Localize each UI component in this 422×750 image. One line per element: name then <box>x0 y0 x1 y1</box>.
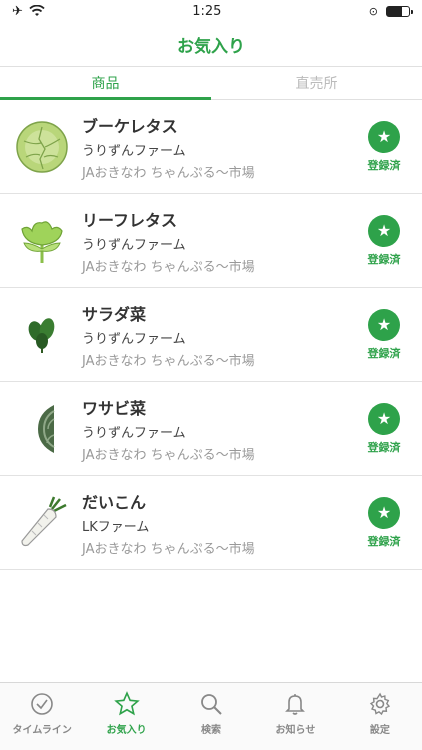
list-item[interactable]: だいこん LKファーム JAおきなわ ちゃんぷる〜市場 ★ 登録済 <box>0 476 422 570</box>
farm-name: うりずんファーム <box>82 237 186 253</box>
check-circle-icon <box>29 691 55 717</box>
tab-label: お知らせ <box>275 725 316 736</box>
status-time: 1:25 <box>192 3 222 19</box>
gear-icon <box>367 691 393 717</box>
battery-icon <box>385 5 413 17</box>
tab-favorites[interactable]: お気入り <box>84 683 168 750</box>
tab-stores[interactable]: 直売所 <box>211 67 422 99</box>
product-name: サラダ菜 <box>82 304 147 324</box>
list-item[interactable]: サラダ菜 うりずんファーム JAおきなわ ちゃんぷる〜市場 ★ 登録済 <box>0 288 422 382</box>
daikon-icon <box>12 493 72 553</box>
market-name: JAおきなわ ちゃんぷる〜市場 <box>82 165 255 181</box>
favorite-label: 登録済 <box>367 252 401 266</box>
star-icon: ★ <box>368 308 400 341</box>
status-left: ✈ <box>12 4 45 19</box>
farm-name: LKファーム <box>82 519 150 535</box>
star-icon: ★ <box>368 402 400 435</box>
market-name: JAおきなわ ちゃんぷる〜市場 <box>82 259 255 275</box>
tab-search[interactable]: 検索 <box>169 683 253 750</box>
favorite-label: 登録済 <box>367 440 401 454</box>
nav-bar: お気入り <box>0 22 422 66</box>
farm-name: うりずんファーム <box>82 331 186 347</box>
page-title: お気入り <box>177 36 245 57</box>
tab-label: タイムライン <box>12 725 72 736</box>
search-icon <box>198 691 224 717</box>
star-icon: ★ <box>368 120 400 153</box>
favorite-label: 登録済 <box>367 534 401 548</box>
tab-bar: タイムライン お気入り 検索 お知らせ 設定 <box>0 682 422 750</box>
farm-name: うりずんファーム <box>82 143 186 159</box>
tab-timeline[interactable]: タイムライン <box>0 683 84 750</box>
product-name: だいこん <box>82 492 147 512</box>
market-name: JAおきなわ ちゃんぷる〜市場 <box>82 541 255 557</box>
farm-name: うりずんファーム <box>82 425 186 441</box>
favorite-button[interactable]: ★ 登録済 <box>354 402 414 455</box>
market-name: JAおきなわ ちゃんぷる〜市場 <box>82 353 255 369</box>
tab-notifications[interactable]: お知らせ <box>253 683 337 750</box>
orientation-lock-icon: ⊙ <box>368 4 378 18</box>
product-name: ブーケレタス <box>82 116 178 136</box>
tab-label: 検索 <box>201 725 222 736</box>
item-info: リーフレタス うりずんファーム JAおきなわ ちゃんぷる〜市場 <box>82 207 354 275</box>
product-name: リーフレタス <box>82 210 178 230</box>
leaf-lettuce-icon <box>12 211 72 271</box>
bell-icon <box>282 691 308 717</box>
favorite-label: 登録済 <box>367 346 401 360</box>
favorite-button[interactable]: ★ 登録済 <box>354 496 414 549</box>
tab-label: お気入り <box>106 725 147 736</box>
airplane-icon: ✈ <box>12 3 23 19</box>
list-item[interactable]: ワサビ菜 うりずんファーム JAおきなわ ちゃんぷる〜市場 ★ 登録済 <box>0 382 422 476</box>
wifi-icon <box>29 5 45 16</box>
wasabi-greens-icon <box>12 399 72 459</box>
list-item[interactable]: ブーケレタス うりずんファーム JAおきなわ ちゃんぷる〜市場 ★ 登録済 <box>0 100 422 194</box>
market-name: JAおきなわ ちゃんぷる〜市場 <box>82 447 255 463</box>
favorite-label: 登録済 <box>367 158 401 172</box>
favorite-button[interactable]: ★ 登録済 <box>354 308 414 361</box>
butterhead-lettuce-icon <box>12 117 72 177</box>
tab-products[interactable]: 商品 <box>0 67 211 100</box>
star-icon <box>113 691 140 717</box>
item-info: ブーケレタス うりずんファーム JAおきなわ ちゃんぷる〜市場 <box>82 113 354 181</box>
star-icon: ★ <box>368 214 400 247</box>
item-info: サラダ菜 うりずんファーム JAおきなわ ちゃんぷる〜市場 <box>82 301 354 369</box>
favorite-button[interactable]: ★ 登録済 <box>354 120 414 173</box>
item-info: だいこん LKファーム JAおきなわ ちゃんぷる〜市場 <box>82 489 354 557</box>
salad-greens-icon <box>12 305 72 365</box>
favorites-list: ブーケレタス うりずんファーム JAおきなわ ちゃんぷる〜市場 ★ 登録済 リー… <box>0 100 422 570</box>
star-icon: ★ <box>368 496 400 529</box>
product-name: ワサビ菜 <box>82 398 147 418</box>
tab-settings[interactable]: 設定 <box>338 683 422 750</box>
status-right: ⊙ <box>368 4 413 18</box>
segment-control: 商品 直売所 <box>0 66 422 100</box>
tab-label: 設定 <box>369 725 390 736</box>
list-item[interactable]: リーフレタス うりずんファーム JAおきなわ ちゃんぷる〜市場 ★ 登録済 <box>0 194 422 288</box>
status-bar: ✈ 1:25 ⊙ <box>0 0 422 22</box>
favorite-button[interactable]: ★ 登録済 <box>354 214 414 267</box>
item-info: ワサビ菜 うりずんファーム JAおきなわ ちゃんぷる〜市場 <box>82 395 354 463</box>
